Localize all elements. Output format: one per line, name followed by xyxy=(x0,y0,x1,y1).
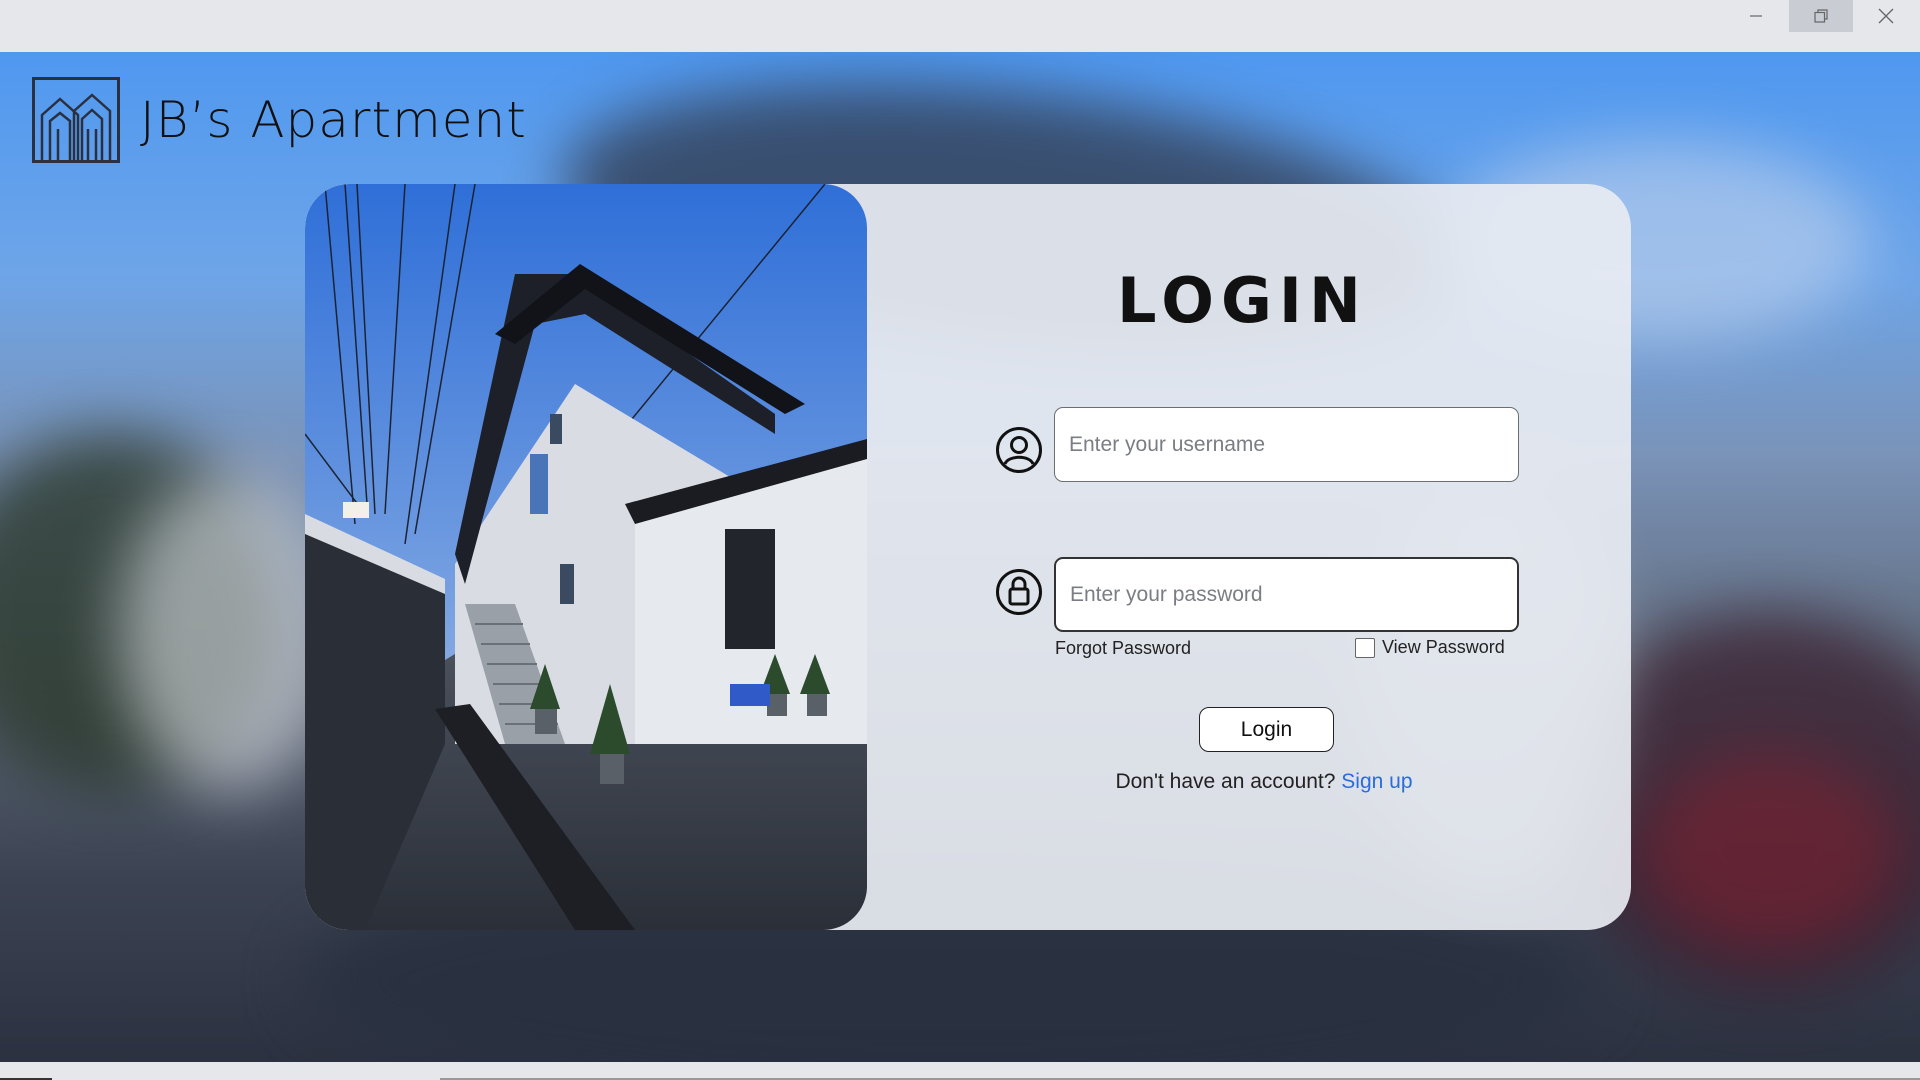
window-titlebar xyxy=(0,0,1920,52)
close-icon xyxy=(1878,8,1894,24)
login-button[interactable]: Login xyxy=(1199,707,1334,752)
apartment-photo xyxy=(305,184,867,930)
minimize-icon xyxy=(1750,15,1762,17)
brand-name: JB’s Apartment xyxy=(140,91,527,149)
username-input[interactable] xyxy=(1054,407,1519,482)
view-password-checkbox[interactable] xyxy=(1355,637,1375,658)
brand-header: JB’s Apartment xyxy=(32,77,527,163)
lock-icon xyxy=(996,569,1042,615)
apartment-logo-icon xyxy=(32,77,120,163)
signup-prompt: Don't have an account? Sign up xyxy=(867,770,1631,794)
close-button[interactable] xyxy=(1854,0,1918,32)
user-icon xyxy=(996,427,1042,473)
restore-button[interactable] xyxy=(1789,0,1853,32)
login-card: LOGIN Forgot Password View Password Logi… xyxy=(305,184,1631,930)
login-form: LOGIN Forgot Password View Password Logi… xyxy=(867,184,1631,930)
password-input[interactable] xyxy=(1054,557,1519,632)
forgot-password-link[interactable]: Forgot Password xyxy=(1055,638,1191,659)
sign-up-link[interactable]: Sign up xyxy=(1341,770,1412,793)
bottom-edge xyxy=(0,1062,1920,1080)
login-title: LOGIN xyxy=(1117,264,1368,337)
no-account-text: Don't have an account? xyxy=(1115,770,1336,793)
minimize-button[interactable] xyxy=(1724,0,1788,32)
view-password-toggle[interactable]: View Password xyxy=(1355,637,1505,658)
restore-icon xyxy=(1814,9,1828,23)
view-password-label: View Password xyxy=(1382,637,1505,657)
